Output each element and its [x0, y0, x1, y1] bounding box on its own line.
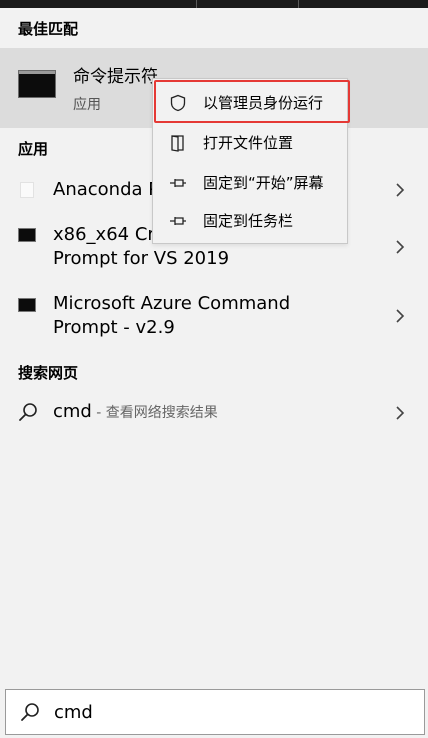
- pin-icon: [170, 179, 186, 187]
- chevron-right-icon[interactable]: [393, 183, 407, 197]
- chevron-right-icon[interactable]: [393, 240, 407, 254]
- top-bar-divider: [196, 0, 197, 8]
- menu-item-pin-to-taskbar[interactable]: 固定到任务栏: [153, 201, 347, 239]
- menu-item-open-file-location[interactable]: 打开文件位置: [153, 123, 347, 161]
- web-search-suffix: - 查看网络搜索结果: [91, 405, 218, 421]
- section-search-web: 搜索网页: [18, 364, 79, 382]
- menu-item-pin-to-start[interactable]: 固定到“开始”屏幕: [153, 163, 347, 201]
- app-item-azure-prompt[interactable]: Microsoft Azure Command Prompt - v2.9: [0, 288, 428, 348]
- pin-icon: [170, 217, 186, 225]
- top-bar: [0, 0, 428, 8]
- best-match-subtitle: 应用: [73, 97, 101, 113]
- anaconda-icon: [20, 182, 34, 198]
- menu-item-label: 以管理员身份运行: [203, 94, 324, 112]
- app-label: Anaconda P: [53, 179, 160, 200]
- search-box[interactable]: cmd: [5, 689, 425, 735]
- app-label-line1: x86_x64 Cro: [53, 224, 166, 245]
- search-icon: [21, 703, 39, 721]
- section-best-match: 最佳匹配: [18, 20, 79, 38]
- cmd-icon: [18, 298, 36, 312]
- app-label-line2: Prompt for VS 2019: [53, 248, 230, 269]
- search-icon: [19, 403, 37, 421]
- best-match-title: 命令提示符: [73, 67, 158, 87]
- web-search-text: cmd - 查看网络搜索结果: [53, 401, 218, 422]
- menu-item-label: 打开文件位置: [203, 134, 294, 152]
- menu-item-label: 固定到“开始”屏幕: [203, 174, 324, 192]
- cmd-icon: [18, 228, 36, 242]
- chevron-right-icon[interactable]: [393, 309, 407, 323]
- shield-icon: [170, 94, 186, 112]
- app-label-line2: Prompt - v2.9: [53, 317, 175, 338]
- search-input[interactable]: cmd: [54, 702, 93, 723]
- start-search-panel: 最佳匹配 命令提示符 应用 应用 Anaconda P x86_x64 Cro …: [0, 0, 428, 738]
- menu-item-label: 固定到任务栏: [203, 212, 294, 230]
- top-bar-divider: [298, 0, 299, 8]
- folder-open-icon: [171, 135, 184, 152]
- context-menu: 以管理员身份运行 打开文件位置 固定到“开始”屏幕 固定到任务栏: [152, 78, 348, 244]
- app-label-line1: Microsoft Azure Command: [53, 293, 291, 314]
- chevron-right-icon[interactable]: [393, 406, 407, 420]
- section-apps: 应用: [18, 140, 49, 158]
- web-search-query: cmd: [53, 401, 92, 422]
- cmd-icon: [18, 70, 56, 98]
- menu-item-run-as-admin[interactable]: 以管理员身份运行: [153, 83, 347, 121]
